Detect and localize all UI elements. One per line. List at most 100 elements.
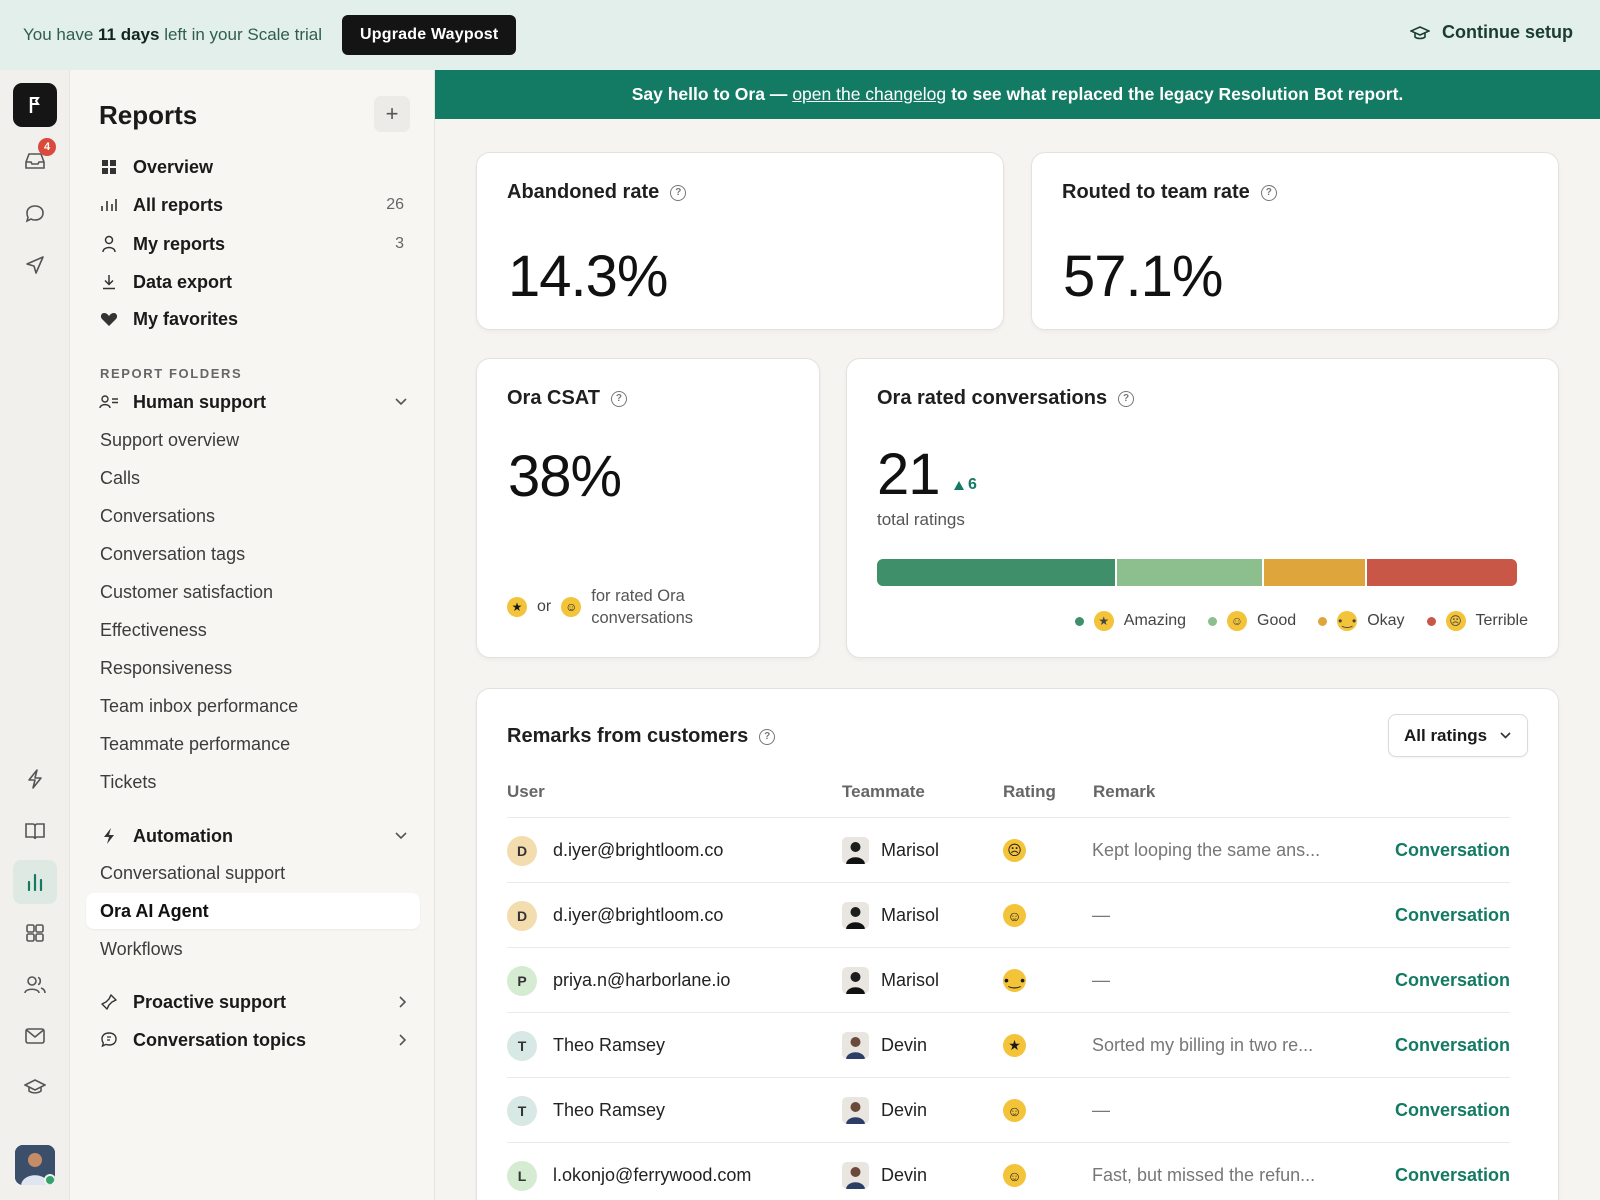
nav-my-favorites[interactable]: My favorites [99, 304, 417, 334]
contacts-nav[interactable] [16, 966, 54, 1004]
messages-nav[interactable] [16, 195, 54, 233]
folder-automation[interactable]: Automation [99, 821, 417, 851]
table-row[interactable]: Dd.iyer@brightloom.co Marisol ☹ Kept loopin… [507, 818, 1510, 883]
add-report-button[interactable]: + [374, 96, 410, 132]
user-name[interactable]: priya.n@harborlane.io [553, 970, 730, 991]
conversation-link[interactable]: Conversation [1395, 1035, 1510, 1056]
table-row[interactable]: Dd.iyer@brightloom.co Marisol ☺ — Conversati… [507, 883, 1510, 948]
conversation-link[interactable]: Conversation [1395, 1100, 1510, 1121]
teammate-avatar [842, 967, 869, 994]
report-folders-label: REPORT FOLDERS [100, 366, 243, 381]
folder-conversation-topics[interactable]: Conversation topics [99, 1025, 417, 1055]
nav-overview[interactable]: Overview [99, 152, 417, 182]
profile-avatar[interactable] [15, 1145, 55, 1185]
report-customer-satisfaction[interactable]: Customer satisfaction [100, 574, 420, 610]
report-calls[interactable]: Calls [100, 460, 420, 496]
report-workflows[interactable]: Workflows [100, 931, 420, 967]
table-row[interactable]: T Theo Ramsey Devin ☺ — Conversation [507, 1078, 1510, 1143]
column-remark[interactable]: Remark [1093, 782, 1155, 802]
help-icon[interactable]: ? [670, 184, 687, 201]
conversation-link[interactable]: Conversation [1395, 905, 1510, 926]
teammate-name: Marisol [881, 970, 940, 990]
teammate-name: Devin [881, 1165, 928, 1185]
teammate-avatar [842, 1032, 869, 1059]
user-name[interactable]: l.okonjo@ferrywood.com [553, 1165, 751, 1186]
graduation-cap-icon [24, 1079, 46, 1094]
teammate-name: Marisol [881, 840, 940, 860]
neutral-emoji-icon: •‿• [1003, 969, 1026, 992]
heart-icon [99, 309, 119, 329]
folder-proactive-support[interactable]: Proactive support [99, 987, 417, 1017]
user-name[interactable]: d.iyer@brightloom.co [553, 905, 723, 926]
rating-segment-good [1117, 559, 1265, 586]
ratings-filter-select[interactable]: All ratings [1388, 714, 1528, 757]
teammate-avatar [842, 1162, 869, 1189]
upgrade-button[interactable]: Upgrade Waypost [342, 15, 517, 55]
changelog-banner: Say hello to Ora — open the changelog to… [435, 70, 1600, 119]
person-icon [99, 234, 119, 254]
trial-days: 11 days [98, 25, 160, 44]
user-name[interactable]: Theo Ramsey [553, 1035, 665, 1056]
report-support-overview[interactable]: Support overview [100, 422, 420, 458]
conversation-link[interactable]: Conversation [1395, 1165, 1510, 1186]
routed-rate-card: Routed to team rate ? 57.1% [1031, 152, 1559, 330]
report-conversations[interactable]: Conversations [100, 498, 420, 534]
report-conversation-tags[interactable]: Conversation tags [100, 536, 420, 572]
remark-text: — [1092, 905, 1110, 925]
help-icon[interactable]: ? [610, 390, 627, 407]
reports-sidebar: Reports + Overview All reports 26 My rep… [70, 70, 435, 1200]
nav-all-reports[interactable]: All reports 26 [99, 190, 417, 220]
apps-nav[interactable] [16, 914, 54, 952]
continue-setup-button[interactable]: Continue setup [1410, 22, 1573, 43]
changelog-link[interactable]: open the changelog [792, 84, 946, 105]
report-effectiveness[interactable]: Effectiveness [100, 612, 420, 648]
table-row[interactable]: T Theo Ramsey Devin ★ Sorted my billing in t… [507, 1013, 1510, 1078]
legend-okay: •‿• Okay [1318, 611, 1405, 631]
rated-caption: total ratings [877, 510, 965, 529]
star-struck-emoji-icon: ★ [507, 597, 527, 617]
reports-nav[interactable] [13, 860, 57, 904]
lightning-icon [99, 826, 119, 846]
conversation-link[interactable]: Conversation [1395, 840, 1510, 861]
user-name[interactable]: d.iyer@brightloom.co [553, 840, 723, 861]
star-struck-emoji-icon: ★ [1093, 611, 1114, 631]
ora-csat-value: 38% [508, 444, 622, 509]
my-reports-count: 3 [395, 235, 404, 252]
column-user[interactable]: User [507, 782, 545, 802]
remark-text: Fast, but missed the refun... [1092, 1165, 1316, 1185]
conversation-link[interactable]: Conversation [1395, 970, 1510, 991]
chevron-right-icon [399, 996, 407, 1008]
folder-human-support[interactable]: Human support [99, 387, 417, 417]
angry-emoji-icon: ☹ [1003, 839, 1026, 862]
help-icon[interactable]: ? [759, 728, 776, 745]
table-row[interactable]: Ll.okonjo@ferrywood.com Devin ☺ Fast, but m… [507, 1143, 1510, 1200]
mail-nav[interactable] [16, 1017, 54, 1055]
academy-nav[interactable] [16, 1068, 54, 1106]
rated-total-value: 21 [877, 442, 941, 507]
nav-my-reports[interactable]: My reports 3 [99, 229, 417, 259]
column-teammate[interactable]: Teammate [842, 782, 925, 802]
chat-bubble-icon [25, 205, 44, 223]
report-teammate-performance[interactable]: Teammate performance [100, 726, 420, 762]
sidebar-title: Reports [99, 100, 198, 130]
knowledge-nav[interactable] [16, 812, 54, 850]
nav-data-export[interactable]: Data export [99, 267, 417, 297]
help-icon[interactable]: ? [1260, 184, 1277, 201]
report-conversational-support[interactable]: Conversational support [100, 855, 420, 891]
user-avatar: P [507, 966, 537, 996]
outbound-nav[interactable] [16, 246, 54, 284]
teammate-name: Devin [881, 1035, 928, 1055]
user-name[interactable]: Theo Ramsey [553, 1100, 665, 1121]
teammate-photo-icon [842, 837, 869, 864]
help-icon[interactable]: ? [1118, 390, 1135, 407]
inbox-nav[interactable]: 4 [16, 138, 56, 180]
app-logo[interactable] [13, 83, 57, 127]
triangle-up-icon [954, 480, 964, 490]
report-responsiveness[interactable]: Responsiveness [100, 650, 420, 686]
table-row[interactable]: Ppriya.n@harborlane.io Marisol •‿• — Convers… [507, 948, 1510, 1013]
column-rating[interactable]: Rating [1003, 782, 1056, 802]
report-ora-ai-agent[interactable]: Ora AI Agent [86, 893, 420, 929]
report-team-inbox-performance[interactable]: Team inbox performance [100, 688, 420, 724]
report-tickets[interactable]: Tickets [100, 764, 420, 800]
automation-nav[interactable] [16, 760, 54, 798]
